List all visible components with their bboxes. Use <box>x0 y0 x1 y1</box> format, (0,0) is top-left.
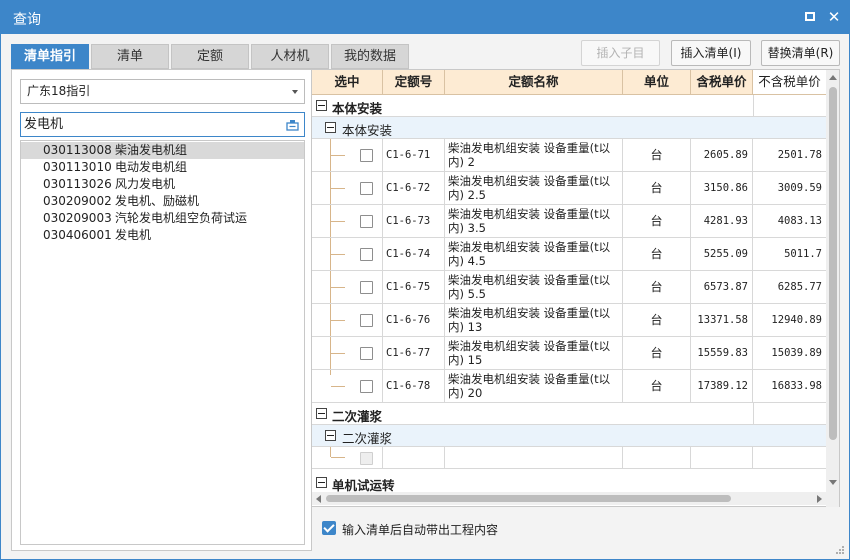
auto-bring-label: 输入清单后自动带出工程内容 <box>342 523 499 537</box>
insert-child-button[interactable]: 插入子目 <box>581 40 660 66</box>
sub-group-row[interactable]: 本体安装 <box>312 117 827 139</box>
tab-my-data[interactable]: 我的数据 <box>331 44 409 69</box>
collapse-icon[interactable] <box>316 100 327 111</box>
group-row[interactable]: 二次灌浆 <box>312 403 753 425</box>
library-select[interactable]: 广东18指引 <box>20 79 305 104</box>
tab-quota[interactable]: 定额 <box>171 44 249 69</box>
col-header-name[interactable]: 定额名称 <box>445 70 623 95</box>
list-item[interactable]: 030406001 发电机 <box>21 227 304 244</box>
replace-list-button[interactable]: 替换清单(R) <box>761 40 840 66</box>
group-row[interactable]: 单机试运转 <box>312 472 753 494</box>
list-item[interactable]: 030113026 风力发电机 <box>21 176 304 193</box>
list-item[interactable]: 030209003 汽轮发电机组空负荷试运 <box>21 210 304 227</box>
group-row-cell <box>753 95 827 117</box>
insert-list-button[interactable]: 插入清单(I) <box>671 40 751 66</box>
row-checkbox[interactable] <box>360 248 373 261</box>
close-icon[interactable]: ✕ <box>826 9 842 25</box>
table-row[interactable]: C1-6-78 柴油发电机组安装 设备重量(t以 内) 20 台 17389.12… <box>312 370 827 403</box>
tab-list-guide[interactable]: 清单指引 <box>11 44 89 69</box>
chevron-down-icon[interactable] <box>292 90 298 94</box>
search-input-value: 发电机 <box>24 117 64 132</box>
title-bar[interactable]: 查询 ✕ <box>1 1 849 34</box>
search-input[interactable]: 发电机 <box>20 112 305 137</box>
collapse-icon[interactable] <box>316 408 327 419</box>
auto-bring-checkbox[interactable] <box>322 521 336 535</box>
col-header-select[interactable]: 选中 <box>312 70 383 95</box>
collapse-icon[interactable] <box>325 430 336 441</box>
table-row[interactable]: C1-6-71 柴油发电机组安装 设备重量(t以 内) 2 台 2605.89 2… <box>312 139 827 172</box>
vertical-scrollbar[interactable] <box>826 70 839 507</box>
col-header-code[interactable]: 定额号 <box>383 70 445 95</box>
row-checkbox[interactable] <box>360 215 373 228</box>
window-title: 查询 <box>13 12 41 28</box>
search-icon[interactable] <box>286 118 299 131</box>
table-row[interactable] <box>312 447 827 469</box>
scrollbar-thumb[interactable] <box>326 495 731 502</box>
horizontal-scrollbar[interactable] <box>312 492 826 505</box>
guide-list: 030113008 柴油发电机组 030113010 电动发电机组 03011302… <box>20 140 305 545</box>
collapse-icon[interactable] <box>325 122 336 133</box>
row-checkbox[interactable] <box>360 347 373 360</box>
sub-group-row[interactable]: 二次灌浆 <box>312 425 827 447</box>
quota-grid: 选中 定额号 定额名称 单位 含税单价 不含税单价 本体安装 本体安装 C1-6… <box>311 69 840 507</box>
table-row[interactable]: C1-6-73 柴油发电机组安装 设备重量(t以 内) 3.5 台 4281.93… <box>312 205 827 238</box>
scrollbar-thumb[interactable] <box>829 87 837 440</box>
table-row[interactable]: C1-6-77 柴油发电机组安装 设备重量(t以 内) 15 台 15559.83… <box>312 337 827 370</box>
row-checkbox[interactable] <box>360 380 373 393</box>
scroll-left-icon[interactable] <box>316 495 321 503</box>
col-header-unit[interactable]: 单位 <box>623 70 691 95</box>
maximize-icon[interactable] <box>802 9 818 25</box>
list-item[interactable]: 030113010 电动发电机组 <box>21 159 304 176</box>
list-item[interactable]: 030209002 发电机、励磁机 <box>21 193 304 210</box>
scroll-right-icon[interactable] <box>817 495 822 503</box>
col-header-price-notax[interactable]: 不含税单价 <box>753 70 827 95</box>
scroll-up-icon[interactable] <box>829 75 837 80</box>
table-row[interactable]: C1-6-72 柴油发电机组安装 设备重量(t以 内) 2.5 台 3150.86… <box>312 172 827 205</box>
col-header-price-tax[interactable]: 含税单价 <box>691 70 753 95</box>
group-row[interactable]: 本体安装 <box>312 95 753 117</box>
row-checkbox[interactable] <box>360 452 373 465</box>
tab-list[interactable]: 清单 <box>91 44 169 69</box>
table-row[interactable]: C1-6-76 柴油发电机组安装 设备重量(t以 内) 13 台 13371.58… <box>312 304 827 337</box>
row-checkbox[interactable] <box>360 149 373 162</box>
scroll-down-icon[interactable] <box>829 480 837 485</box>
row-checkbox[interactable] <box>360 182 373 195</box>
table-row[interactable]: C1-6-75 柴油发电机组安装 设备重量(t以 内) 5.5 台 6573.87… <box>312 271 827 304</box>
query-window: 查询 ✕ 清单指引 清单 定额 人材机 我的数据 插入子目 插入清单(I) 替换… <box>0 0 850 560</box>
table-row[interactable]: C1-6-74 柴油发电机组安装 设备重量(t以 内) 4.5 台 5255.09… <box>312 238 827 271</box>
row-checkbox[interactable] <box>360 281 373 294</box>
tab-labor-material[interactable]: 人材机 <box>251 44 329 69</box>
library-select-value: 广东18指引 <box>27 84 91 98</box>
list-item[interactable]: 030113008 柴油发电机组 <box>21 142 304 159</box>
guide-panel: 广东18指引 发电机 030113008 柴油发电机组 030113010 电动发电… <box>11 69 312 551</box>
row-checkbox[interactable] <box>360 314 373 327</box>
collapse-icon[interactable] <box>316 477 327 488</box>
group-row-cell <box>753 403 827 425</box>
resize-grip-icon[interactable] <box>835 545 845 555</box>
